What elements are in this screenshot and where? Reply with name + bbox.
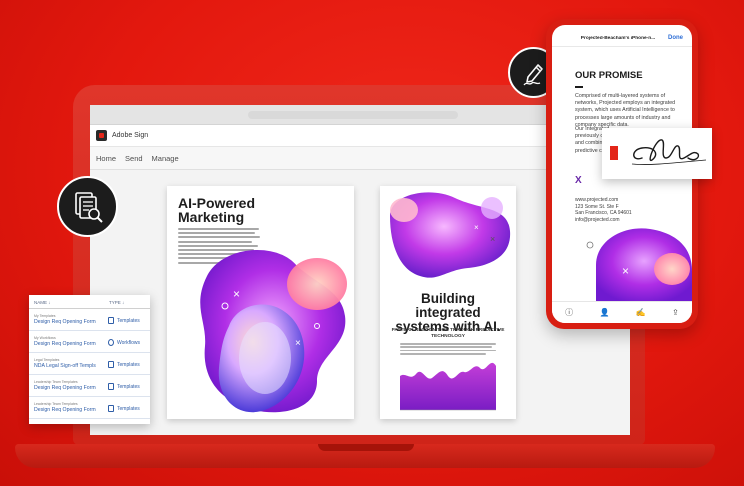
agreements-list-panel: NAME ↓ TYPE ↓ My Templates Design Req Op… [29,295,150,424]
row-name[interactable]: Design Req Opening Form [34,385,96,391]
svg-text:×: × [295,338,301,349]
document-icon [108,405,114,412]
svg-text:×: × [233,287,240,301]
app-title: Adobe Sign [112,132,149,139]
row-name[interactable]: Design Req Opening Form [34,319,96,325]
row-category: Legal Templates [34,358,60,362]
document-preview-marketing[interactable]: AI-Powered Marketing × × [167,186,354,419]
abstract-face-illustration: × × [200,249,347,413]
sign-icon[interactable]: ✍ [636,308,646,317]
list-item[interactable]: My Templates Design Req Opening Form Tem… [29,309,150,331]
row-category: My Templates [34,314,56,318]
svg-text:×: × [490,234,495,244]
workflow-icon [108,339,114,346]
pen-signature-glyph [522,63,543,85]
row-category: Leadership Team Templates [34,402,78,406]
row-type: Workflows [117,340,140,346]
nav-manage[interactable]: Manage [152,154,179,163]
svg-text:×: × [474,223,479,232]
svg-text:×: × [622,264,629,278]
document-search-icon [57,176,118,237]
phone-tab-bar: ⓘ 👤 ✍ ⇪ [552,301,692,323]
document-search-glyph [74,191,103,223]
nav-home[interactable]: Home [96,154,116,163]
document-icon [108,361,114,368]
info-icon[interactable]: ⓘ [565,307,573,318]
row-category: My Workflows [34,336,56,340]
row-type: Templates [117,362,140,368]
document-icon [108,383,114,390]
adobe-sign-logo-icon [96,130,107,141]
document-icon [108,317,114,324]
nav-send[interactable]: Send [125,154,143,163]
row-type: Templates [117,318,140,324]
row-type: Templates [117,406,140,412]
sign-here-flag-icon[interactable] [610,146,618,160]
row-name[interactable]: NDA Legal Sign-off Templs [34,363,96,369]
list-item[interactable]: Leadership Team Templates Design Req Ope… [29,397,150,419]
share-icon[interactable]: ⇪ [672,308,679,317]
handwritten-signature [631,139,707,165]
signature-field[interactable] [602,128,712,179]
column-header-name[interactable]: NAME ↓ [34,300,51,305]
poster-subtitle: PATTERN RECOGNITION THROUGH PREDICTIVE T… [391,328,505,339]
person-icon[interactable]: 👤 [599,308,609,317]
row-type: Templates [117,384,140,390]
list-header: NAME ↓ TYPE ↓ [29,295,150,309]
row-category: Leadership Team Templates [34,380,78,384]
address-bar[interactable] [248,111,458,119]
list-item[interactable]: My Workflows Design Req Opening Form Wor… [29,331,150,353]
row-name[interactable]: Design Req Opening Form [34,407,96,413]
poster-body-text [400,343,496,357]
list-item[interactable]: Leadership Team Templates Design Req Ope… [29,375,150,397]
row-name[interactable]: Design Req Opening Form [34,341,96,347]
document-preview-integrated-systems[interactable]: × × Building integrated systems with AI.… [380,186,516,419]
column-header-type[interactable]: TYPE ↓ [109,300,124,305]
list-item[interactable]: Legal Templates NDA Legal Sign-off Templ… [29,353,150,375]
laptop-notch [318,444,414,451]
